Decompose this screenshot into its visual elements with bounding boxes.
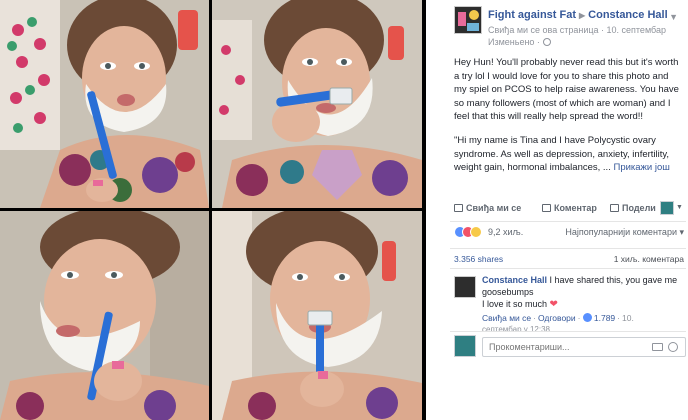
camera-icon[interactable] — [652, 343, 663, 351]
photo-tile-top-left-image — [0, 0, 209, 208]
caret-down-icon[interactable]: ▼ — [676, 204, 683, 211]
globe-icon — [542, 38, 551, 46]
comment-body: Constance Hall I have shared this, you g… — [482, 274, 682, 311]
smiley-icon[interactable] — [668, 342, 678, 352]
share-button[interactable]: Подели — [610, 203, 656, 213]
comment-button-label: Коментар — [554, 203, 597, 213]
post-photo[interactable] — [0, 0, 426, 420]
page-avatar[interactable] — [454, 6, 482, 34]
divider — [450, 268, 686, 269]
photo-tile-bottom-right-image — [212, 211, 422, 420]
divider — [450, 331, 686, 332]
separator-dot: · — [617, 313, 620, 323]
comment-like-icon — [582, 313, 592, 322]
commenter-avatar[interactable] — [454, 276, 476, 298]
comment-like-link[interactable]: Свиђа ми се — [482, 313, 531, 323]
comment-composer — [454, 335, 686, 359]
see-more-link[interactable]: Прикажи још — [613, 162, 669, 173]
speech-bubble-icon — [542, 204, 551, 212]
post-paragraph-2: "Hi my name is Tina and I have Polycysti… — [454, 134, 682, 175]
comment-button[interactable]: Коментар — [542, 203, 597, 213]
author-name-link[interactable]: Constance Hall — [588, 9, 667, 21]
photo-tile-top-right — [212, 0, 422, 208]
sad-reaction-icon[interactable] — [470, 226, 482, 238]
comment-text-line-2: goosebumps — [482, 287, 534, 297]
photo-tile-top-left — [0, 0, 209, 208]
separator-dot: · — [533, 313, 536, 323]
comment-reply-link[interactable]: Одговори — [538, 313, 576, 323]
comments-count[interactable]: 1 хиљ. коментара — [614, 254, 684, 264]
comment-date: 10. — [622, 313, 634, 323]
page-name-link[interactable]: Fight against Fat — [488, 9, 576, 21]
post-meta: Свиђа ми се ова страница · 10. септембар — [488, 25, 666, 35]
post-panel: Fight against Fat ▶ Constance Hall Свиђа м… — [426, 0, 688, 420]
photo-tile-bottom-left-image — [0, 211, 209, 420]
edited-label[interactable]: Изменьено · — [488, 37, 540, 47]
like-button[interactable]: Свиђа ми се — [454, 203, 521, 213]
divider — [450, 221, 686, 222]
action-bar: Свиђа ми се Коментар Подели ▼ — [454, 199, 686, 219]
reaction-count[interactable]: 9,2 хиљ. — [488, 227, 523, 237]
photo-tile-top-right-image — [212, 0, 422, 208]
divider — [450, 248, 686, 249]
share-button-label: Подели — [622, 203, 656, 213]
separator-dot: · — [577, 313, 581, 323]
viewer-avatar[interactable] — [660, 201, 674, 215]
comment-like-count[interactable]: 1.789 — [594, 313, 615, 323]
comment-sort-dropdown[interactable]: Најпопуларнији коментари ▾ — [565, 227, 684, 238]
arrow-right-icon: ▶ — [579, 11, 586, 20]
post-paragraph-1: Hey Hun! You'll probably never read this… — [454, 57, 679, 123]
like-button-label: Свиђа ми се — [466, 203, 522, 213]
reactions-row: 9,2 хиљ. Најпопуларнији коментари ▾ — [454, 226, 684, 240]
photo-tile-bottom-left — [0, 211, 209, 420]
chevron-down-icon[interactable]: ▼ — [669, 12, 678, 22]
comment-text-line-1: I have shared this, you gave me — [549, 275, 678, 285]
comment-text-line-3: I love it so much — [482, 299, 548, 309]
post-text: Hey Hun! You'll probably never read this… — [454, 56, 682, 185]
viewer-avatar — [454, 335, 476, 357]
comment-actions: Свиђа ми се · Одговори · 1.789 · 10. — [482, 313, 682, 323]
thumbs-up-icon — [454, 204, 463, 212]
commenter-name[interactable]: Constance Hall — [482, 275, 547, 285]
photo-tile-bottom-right — [212, 211, 422, 420]
post-title: Fight against Fat ▶ Constance Hall — [488, 9, 668, 21]
heart-icon: ❤ — [549, 299, 558, 310]
post-edited: Изменьено · — [488, 37, 551, 47]
shares-link[interactable]: 3.356 shares — [454, 254, 503, 264]
share-arrow-icon — [610, 204, 619, 212]
